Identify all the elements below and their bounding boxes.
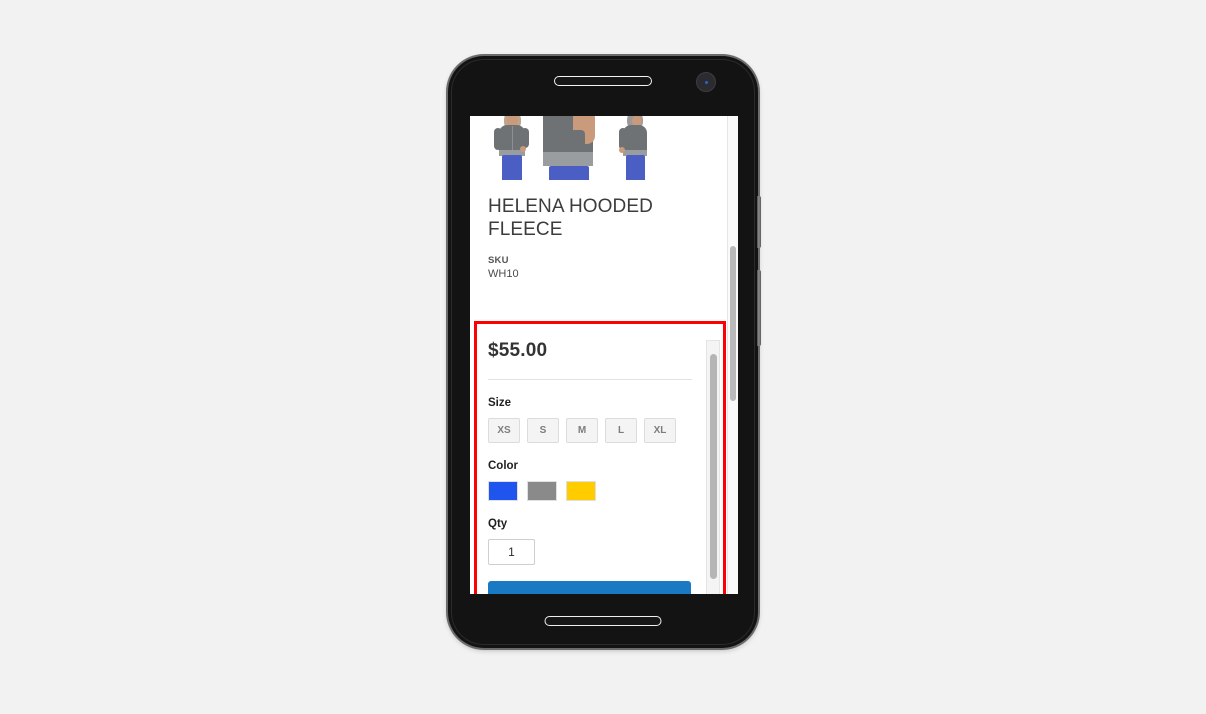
product-options-panel: $55.00 Size XS S M L XL Color Qty 1 bbox=[474, 321, 726, 594]
phone-device-mockup: HELENA HOODED FLEECE SKU WH10 $55.00 Siz… bbox=[448, 56, 761, 648]
product-thumbnail-side[interactable] bbox=[610, 116, 657, 180]
page-scrollbar[interactable] bbox=[727, 116, 738, 594]
bottom-speaker-grille bbox=[544, 616, 662, 626]
earpiece-speaker bbox=[554, 76, 652, 86]
size-option-l[interactable]: L bbox=[605, 418, 637, 443]
size-option-m[interactable]: M bbox=[566, 418, 598, 443]
color-option-yellow[interactable] bbox=[566, 481, 596, 501]
product-price: $55.00 bbox=[488, 340, 548, 361]
color-label: Color bbox=[488, 460, 519, 472]
phone-screen: HELENA HOODED FLEECE SKU WH10 $55.00 Siz… bbox=[470, 116, 738, 594]
color-option-group bbox=[488, 481, 702, 501]
front-camera bbox=[696, 72, 716, 92]
webpage-viewport: HELENA HOODED FLEECE SKU WH10 $55.00 Siz… bbox=[470, 116, 728, 594]
sku-block: SKU WH10 bbox=[488, 255, 710, 280]
model-figure-front bbox=[488, 116, 535, 180]
power-button[interactable] bbox=[757, 270, 761, 346]
sku-label: SKU bbox=[488, 254, 509, 266]
options-panel-scrollbar[interactable] bbox=[706, 340, 720, 594]
product-options-inner: $55.00 Size XS S M L XL Color Qty 1 bbox=[474, 322, 702, 594]
product-thumbnail-strip bbox=[470, 116, 728, 180]
model-figure-detail bbox=[539, 116, 606, 180]
sku-value: WH10 bbox=[488, 267, 519, 280]
product-title: HELENA HOODED FLEECE bbox=[488, 196, 653, 240]
size-option-group: XS S M L XL bbox=[488, 418, 702, 443]
qty-input[interactable] bbox=[488, 539, 535, 565]
qty-label: Qty bbox=[488, 518, 508, 530]
volume-rocker-button[interactable] bbox=[757, 196, 761, 248]
options-panel-scroll-thumb[interactable] bbox=[710, 354, 717, 579]
product-thumbnail-detail[interactable] bbox=[539, 116, 606, 180]
size-option-s[interactable]: S bbox=[527, 418, 559, 443]
add-to-cart-button[interactable]: Add to Cart bbox=[488, 581, 691, 594]
color-option-blue[interactable] bbox=[488, 481, 518, 501]
model-figure-side bbox=[610, 116, 657, 180]
price-divider bbox=[488, 379, 692, 380]
page-scroll-thumb[interactable] bbox=[730, 246, 736, 401]
size-option-xs[interactable]: XS bbox=[488, 418, 520, 443]
size-option-xl[interactable]: XL bbox=[644, 418, 676, 443]
size-label: Size bbox=[488, 397, 512, 409]
product-thumbnail-front[interactable] bbox=[488, 116, 535, 180]
color-option-gray[interactable] bbox=[527, 481, 557, 501]
